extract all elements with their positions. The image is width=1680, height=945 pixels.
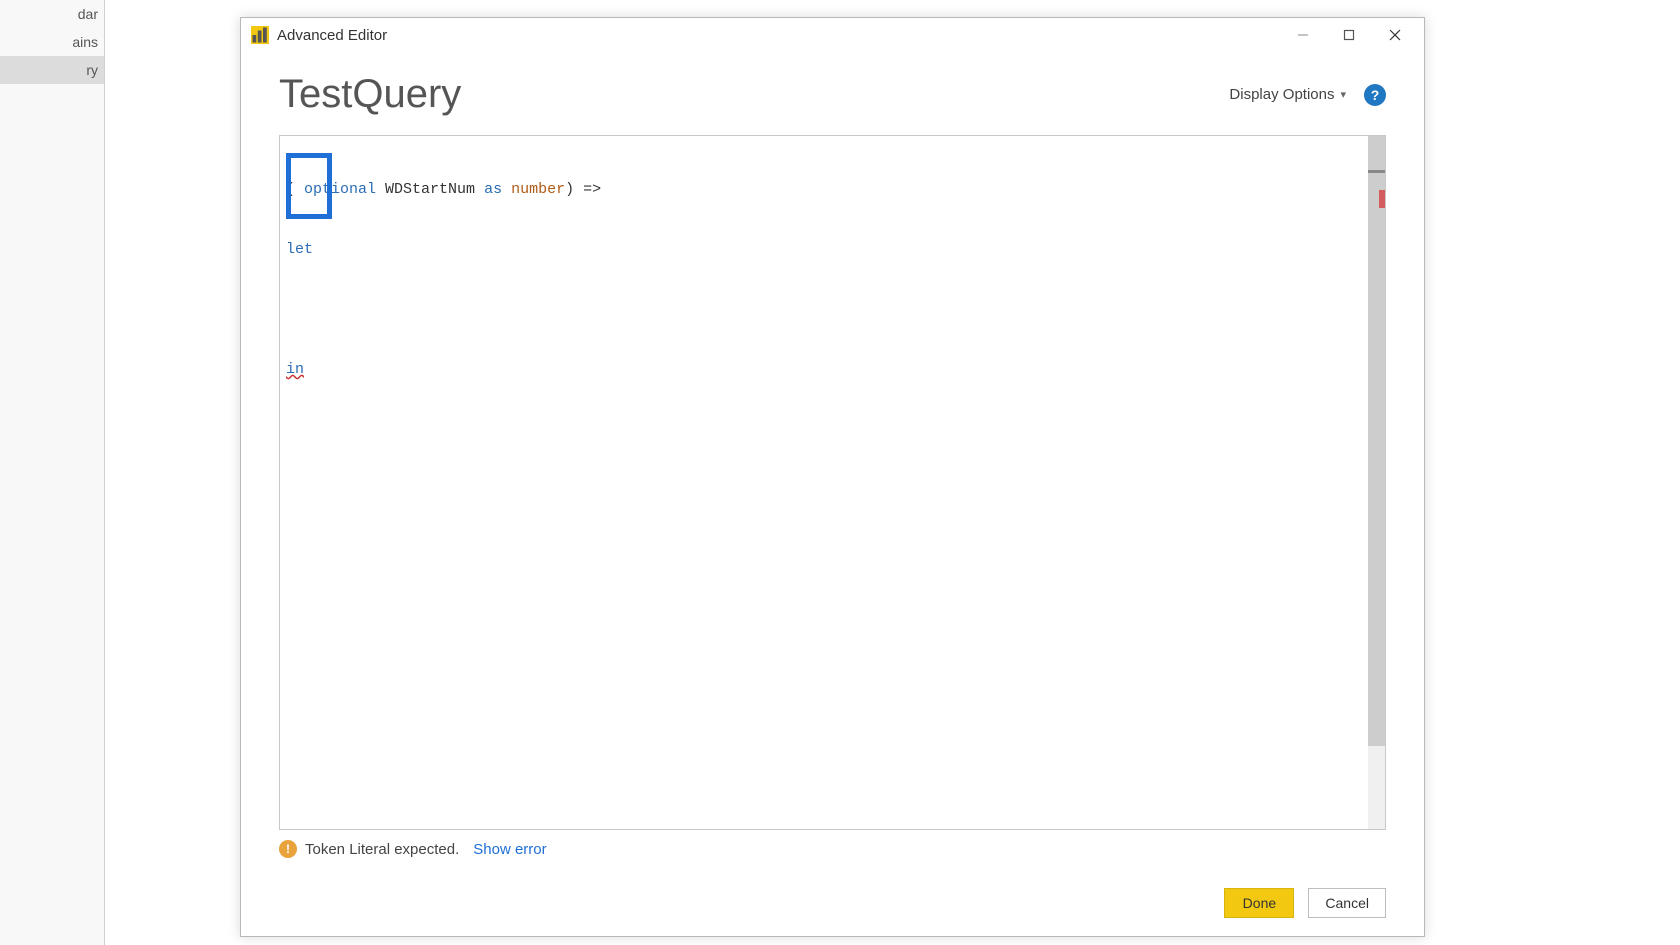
advanced-editor-dialog: Advanced Editor TestQuery Display Option…	[240, 17, 1425, 937]
query-title: TestQuery	[279, 72, 1229, 117]
vertical-scrollbar[interactable]	[1368, 136, 1385, 829]
display-options-dropdown[interactable]: Display Options ▾	[1229, 86, 1346, 103]
close-button[interactable]	[1372, 20, 1418, 50]
maximize-button[interactable]	[1326, 20, 1372, 50]
help-button[interactable]: ?	[1364, 84, 1386, 106]
scrollbar-error-marker	[1379, 190, 1386, 208]
done-button[interactable]: Done	[1224, 888, 1294, 918]
chevron-down-icon: ▾	[1340, 88, 1346, 101]
dialog-body: TestQuery Display Options ▾ ? ( optional…	[241, 52, 1424, 936]
titlebar-label: Advanced Editor	[277, 27, 387, 44]
scrollbar-thumb[interactable]	[1368, 136, 1385, 746]
query-header: TestQuery Display Options ▾ ?	[279, 72, 1386, 117]
error-message: Token Literal expected.	[305, 841, 459, 858]
code-area[interactable]: ( optional WDStartNum as number) => let …	[280, 136, 1368, 829]
titlebar: Advanced Editor	[241, 18, 1424, 52]
sidebar-item[interactable]: ains	[0, 28, 104, 56]
sidebar-item[interactable]: ry	[0, 56, 104, 84]
cancel-button[interactable]: Cancel	[1308, 888, 1386, 918]
warning-icon: !	[279, 840, 297, 858]
display-options-label: Display Options	[1229, 86, 1334, 103]
minimize-button[interactable]	[1280, 20, 1326, 50]
status-row: ! Token Literal expected. Show error	[279, 830, 1386, 858]
scrollbar-tick	[1368, 170, 1385, 173]
code-editor[interactable]: ( optional WDStartNum as number) => let …	[279, 135, 1386, 830]
button-row: Done Cancel	[279, 858, 1386, 918]
app-icon	[251, 26, 269, 44]
sidebar-item[interactable]: dar	[0, 0, 104, 28]
background-sidebar: dar ains ry	[0, 0, 105, 945]
show-error-link[interactable]: Show error	[473, 841, 546, 858]
